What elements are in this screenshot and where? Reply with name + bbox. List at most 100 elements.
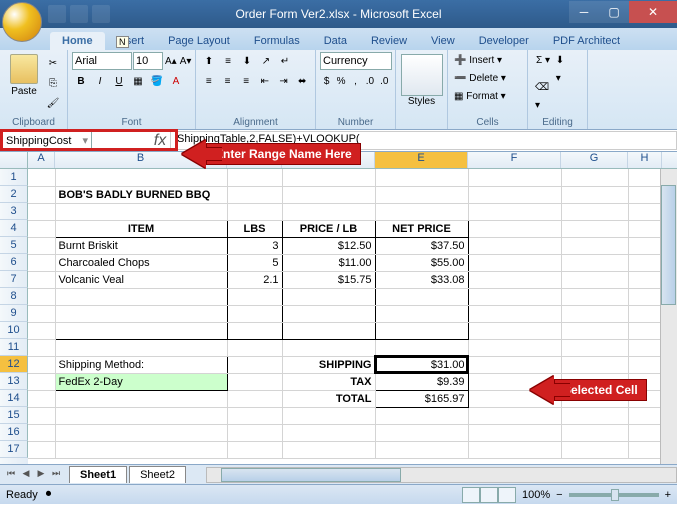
cell-H4[interactable]: [628, 220, 662, 237]
cell-G6[interactable]: [561, 254, 628, 271]
vertical-scrollbar-thumb[interactable]: [661, 185, 676, 305]
cell-C10[interactable]: [227, 322, 282, 339]
merge-button[interactable]: ⬌: [293, 72, 311, 90]
zoom-slider[interactable]: [569, 493, 659, 497]
tab-developer[interactable]: Developer: [467, 32, 541, 50]
align-right-button[interactable]: ≡: [237, 72, 255, 90]
shrink-font-button[interactable]: A▾: [179, 52, 193, 70]
cell-F12[interactable]: [468, 356, 561, 373]
cell-C16[interactable]: [227, 424, 282, 441]
row-header-12[interactable]: 12: [0, 356, 28, 373]
row-header-9[interactable]: 9: [0, 305, 28, 322]
cell-H12[interactable]: [628, 356, 662, 373]
cell-D17[interactable]: [282, 441, 375, 458]
cell-H1[interactable]: [628, 169, 662, 186]
cell-A4[interactable]: [28, 220, 55, 237]
cell-B8[interactable]: [55, 288, 227, 305]
number-format-input[interactable]: [320, 52, 392, 70]
cell-B11[interactable]: [55, 339, 227, 356]
zoom-in-button[interactable]: +: [665, 489, 671, 501]
cell-F5[interactable]: [468, 237, 561, 254]
tab-home[interactable]: Home: [50, 32, 105, 50]
cell-B7[interactable]: Volcanic Veal: [55, 271, 227, 288]
cell-H10[interactable]: [628, 322, 662, 339]
row-header-14[interactable]: 14: [0, 390, 28, 407]
copy-button[interactable]: ⎘: [44, 74, 62, 92]
cell-E2[interactable]: [375, 186, 468, 203]
fill-color-button[interactable]: 🪣: [148, 72, 166, 90]
cell-B3[interactable]: [55, 203, 227, 220]
decrease-indent-button[interactable]: ⇤: [256, 72, 274, 90]
cut-button[interactable]: ✂: [44, 54, 62, 72]
cell-H15[interactable]: [628, 407, 662, 424]
cell-C4[interactable]: LBS: [227, 220, 282, 237]
cell-D7[interactable]: $15.75: [282, 271, 375, 288]
cell-E4[interactable]: NET PRICE: [375, 220, 468, 237]
qat-redo-icon[interactable]: [92, 5, 110, 23]
cell-E7[interactable]: $33.08: [375, 271, 468, 288]
cell-B4[interactable]: ITEM: [55, 220, 227, 237]
tab-view[interactable]: View: [419, 32, 467, 50]
view-page-break-button[interactable]: [498, 487, 516, 503]
cell-E1[interactable]: [375, 169, 468, 186]
zoom-slider-thumb[interactable]: [611, 489, 619, 501]
row-header-11[interactable]: 11: [0, 339, 28, 356]
zoom-level[interactable]: 100%: [522, 489, 550, 501]
col-header-f[interactable]: F: [468, 152, 561, 168]
cell-D3[interactable]: [282, 203, 375, 220]
cell-A10[interactable]: [28, 322, 55, 339]
grow-font-button[interactable]: A▴: [164, 52, 178, 70]
row-header-5[interactable]: 5: [0, 237, 28, 254]
increase-indent-button[interactable]: ⇥: [275, 72, 293, 90]
macro-record-icon[interactable]: ⏺: [46, 488, 52, 501]
cell-C9[interactable]: [227, 305, 282, 322]
cell-E15[interactable]: [375, 407, 468, 424]
tab-review[interactable]: Review: [359, 32, 419, 50]
cell-F4[interactable]: [468, 220, 561, 237]
cell-D15[interactable]: [282, 407, 375, 424]
cell-A12[interactable]: [28, 356, 55, 373]
cell-C13[interactable]: [227, 373, 282, 390]
italic-button[interactable]: I: [91, 72, 109, 90]
orientation-button[interactable]: ↗: [257, 52, 275, 70]
cell-F10[interactable]: [468, 322, 561, 339]
cell-G9[interactable]: [561, 305, 628, 322]
cell-B9[interactable]: [55, 305, 227, 322]
clear-button[interactable]: ⌫ ▾: [534, 88, 552, 106]
cell-G11[interactable]: [561, 339, 628, 356]
row-header-10[interactable]: 10: [0, 322, 28, 339]
cell-E3[interactable]: [375, 203, 468, 220]
cell-H11[interactable]: [628, 339, 662, 356]
cell-B10[interactable]: [55, 322, 227, 339]
col-header-g[interactable]: G: [561, 152, 628, 168]
cell-C15[interactable]: [227, 407, 282, 424]
cell-H16[interactable]: [628, 424, 662, 441]
cell-F9[interactable]: [468, 305, 561, 322]
bold-button[interactable]: B: [72, 72, 90, 90]
cell-D4[interactable]: PRICE / LB: [282, 220, 375, 237]
tab-formulas[interactable]: Formulas: [242, 32, 312, 50]
cell-C17[interactable]: [227, 441, 282, 458]
sheet-tab-1[interactable]: Sheet1: [69, 466, 127, 483]
cell-E13[interactable]: $9.39: [375, 373, 468, 390]
maximize-button[interactable]: ▢: [599, 1, 629, 23]
cell-B17[interactable]: [55, 441, 227, 458]
cell-E10[interactable]: [375, 322, 468, 339]
cell-H7[interactable]: [628, 271, 662, 288]
horizontal-scrollbar[interactable]: [206, 467, 677, 483]
border-button[interactable]: ▦: [129, 72, 147, 90]
view-normal-button[interactable]: [462, 487, 480, 503]
percent-button[interactable]: %: [334, 72, 347, 90]
sheet-nav-first[interactable]: ⏮: [4, 468, 18, 482]
cell-A2[interactable]: [28, 186, 55, 203]
cell-D13[interactable]: TAX: [282, 373, 375, 390]
align-bottom-button[interactable]: ⬇: [238, 52, 256, 70]
zoom-out-button[interactable]: −: [556, 489, 562, 501]
col-header-a[interactable]: A: [28, 152, 55, 168]
cell-E11[interactable]: [375, 339, 468, 356]
font-size-input[interactable]: [133, 52, 163, 70]
cell-H6[interactable]: [628, 254, 662, 271]
cell-G2[interactable]: [561, 186, 628, 203]
sheet-nav-next[interactable]: ▶: [34, 468, 48, 482]
cell-B12[interactable]: Shipping Method:: [55, 356, 227, 373]
